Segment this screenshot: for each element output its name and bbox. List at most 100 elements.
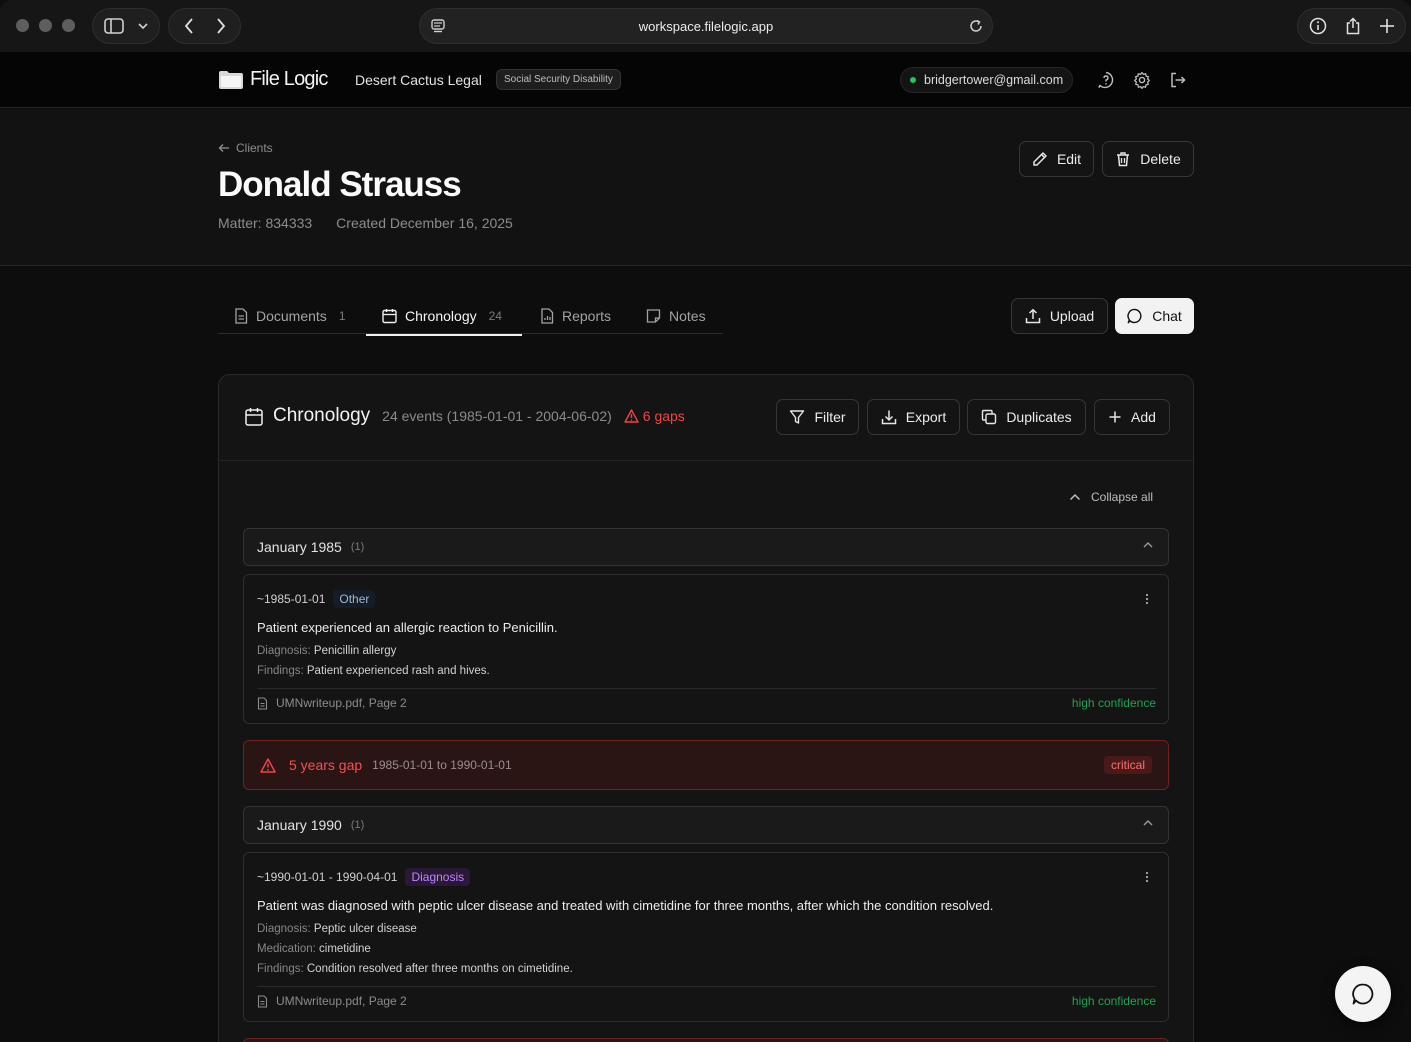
add-event-button[interactable]: Add [1094, 399, 1170, 435]
event-category-tag: Diagnosis [405, 868, 471, 886]
event-source-link[interactable]: UMNwriteup.pdf, Page 2 [257, 994, 407, 1008]
edit-client-button[interactable]: Edit [1019, 141, 1094, 177]
tab-notes[interactable]: Notes [646, 298, 706, 334]
export-button[interactable]: Export [867, 399, 960, 435]
user-account[interactable]: bridgertower@gmail.com [900, 67, 1074, 93]
window-close-dot[interactable] [16, 19, 29, 32]
settings-gear-icon[interactable] [1133, 71, 1151, 89]
logo-text: File Logic [250, 68, 328, 90]
more-vertical-icon[interactable] [1145, 593, 1149, 605]
event-card[interactable]: ~1990-01-01 - 1990-04-01 Diagnosis Patie… [243, 852, 1169, 1022]
sidebar-icon [104, 18, 124, 34]
back-icon[interactable] [184, 18, 194, 34]
delete-label: Delete [1140, 151, 1181, 167]
browser-actions [1297, 8, 1406, 44]
collapse-all-label: Collapse all [1091, 490, 1154, 504]
info-icon[interactable] [1309, 17, 1327, 35]
sidebar-toggle-button[interactable] [92, 8, 160, 44]
month-event-count: (1) [350, 541, 365, 553]
forward-icon[interactable] [216, 18, 226, 34]
field-value: Peptic ulcer disease [313, 923, 417, 935]
divider [257, 986, 1156, 987]
gap-severity-badge: critical [1103, 756, 1152, 774]
event-date-row: ~1990-01-01 - 1990-04-01 Diagnosis [257, 868, 471, 886]
gaps-indicator[interactable]: 6 gaps [624, 408, 685, 424]
gaps-count: 6 gaps [642, 408, 685, 424]
pencil-icon [1033, 152, 1047, 166]
field-value: Penicillin allergy [313, 645, 397, 657]
event-card[interactable]: ~1985-01-01 Other Patient experienced an… [243, 574, 1169, 724]
warning-icon [260, 757, 276, 773]
event-date-row: ~1985-01-01 Other [257, 590, 376, 608]
event-date: ~1990-01-01 - 1990-04-01 [257, 870, 398, 884]
history-nav [168, 8, 241, 44]
gap-alert-next[interactable] [243, 1038, 1169, 1042]
practice-area-badge: Social Security Disability [496, 69, 621, 90]
event-source-link[interactable]: UMNwriteup.pdf, Page 2 [257, 696, 407, 710]
user-email: bridgertower@gmail.com [924, 73, 1064, 87]
field-key: Findings: [257, 963, 304, 975]
reload-icon[interactable] [968, 18, 984, 34]
document-icon [235, 308, 248, 324]
field-key: Diagnosis: [257, 923, 311, 935]
month-event-count: (1) [350, 819, 365, 831]
window-minimize-dot[interactable] [39, 19, 52, 32]
address-bar[interactable]: workspace.filelogic.app [419, 8, 993, 44]
online-status-dot [910, 77, 916, 83]
delete-client-button[interactable]: Delete [1102, 141, 1194, 177]
field-key: Medication: [257, 943, 316, 955]
trash-icon [1117, 152, 1130, 167]
tab-reports[interactable]: Reports [540, 298, 611, 334]
event-description: Patient experienced an allergic reaction… [257, 620, 558, 635]
new-tab-icon[interactable] [1379, 18, 1395, 34]
logout-icon[interactable] [1169, 71, 1187, 89]
more-vertical-icon[interactable] [1145, 871, 1149, 883]
client-meta: Matter: 834333 Created December 16, 2025 [218, 215, 513, 231]
upload-button[interactable]: Upload [1011, 298, 1108, 334]
app-logo[interactable]: File Logic [218, 68, 328, 91]
month-label: January 1985 [257, 539, 342, 555]
event-field: Diagnosis: Penicillin allergy [257, 645, 396, 657]
filter-icon [790, 410, 805, 424]
add-label: Add [1131, 409, 1156, 425]
field-value: Condition resolved after three months on… [306, 963, 573, 975]
event-date: ~1985-01-01 [257, 592, 326, 606]
month-group-header[interactable]: January 1985 (1) [243, 528, 1169, 566]
event-field: Findings: Condition resolved after three… [257, 963, 573, 975]
calendar-icon [382, 309, 397, 324]
tab-chronology[interactable]: Chronology 24 [366, 298, 522, 336]
page-settings-icon[interactable] [430, 18, 446, 34]
browser-toolbar: workspace.filelogic.app [0, 0, 1411, 52]
chat-bubble-icon [1127, 308, 1142, 324]
tab-documents[interactable]: Documents 1 [234, 298, 346, 334]
file-icon [257, 994, 268, 1008]
organization-name[interactable]: Desert Cactus Legal [355, 72, 482, 88]
collapse-all-button[interactable]: Collapse all [1069, 490, 1153, 504]
chronology-summary: 24 events (1985-01-01 - 2004-06-02) [382, 408, 612, 424]
tab-chronology-count: 24 [488, 309, 502, 323]
month-group-header[interactable]: January 1990 (1) [243, 806, 1169, 844]
window-zoom-dot[interactable] [62, 19, 75, 32]
floating-chat-button[interactable] [1335, 966, 1391, 1022]
edit-label: Edit [1056, 151, 1082, 167]
upload-label: Upload [1049, 308, 1095, 324]
duplicates-button[interactable]: Duplicates [967, 399, 1086, 435]
filter-label: Filter [814, 409, 846, 425]
field-key: Diagnosis: [257, 645, 311, 657]
event-category-tag: Other [333, 590, 376, 608]
gap-info: 5 years gap 1985-01-01 to 1990-01-01 [260, 757, 512, 773]
breadcrumb-clients[interactable]: Clients [218, 141, 273, 155]
share-icon[interactable] [1345, 17, 1361, 35]
help-icon[interactable] [1097, 71, 1115, 89]
created-date: Created December 16, 2025 [336, 215, 513, 231]
gap-alert[interactable]: 5 years gap 1985-01-01 to 1990-01-01 cri… [243, 740, 1169, 790]
event-source: UMNwriteup.pdf, Page 2 [276, 994, 407, 1008]
tab-documents-count: 1 [338, 309, 346, 323]
event-field: Findings: Patient experienced rash and h… [257, 665, 490, 677]
arrow-left-icon [218, 144, 229, 152]
client-header: Clients Donald Strauss Matter: 834333 Cr… [0, 109, 1411, 266]
chat-button[interactable]: Chat [1115, 298, 1194, 334]
note-icon [646, 309, 661, 323]
filter-button[interactable]: Filter [776, 399, 859, 435]
url-text: workspace.filelogic.app [638, 18, 774, 34]
